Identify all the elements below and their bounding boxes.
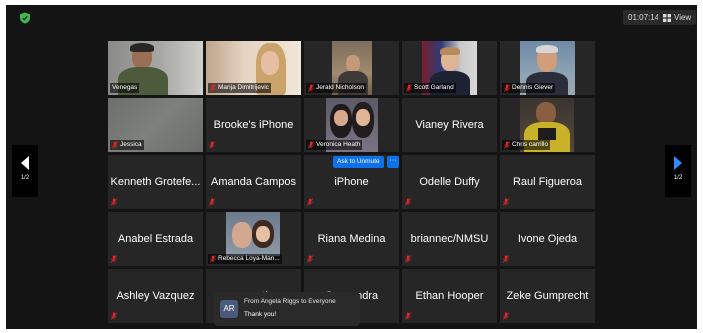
participant-name-label: Rebecca Loya-Man...	[208, 254, 282, 264]
previous-page-button[interactable]: 1/2	[12, 145, 38, 197]
participant-name-label: Marija Dimitrijevic	[208, 83, 271, 93]
muted-mic-icon	[111, 198, 117, 206]
muted-mic-icon	[307, 255, 313, 263]
participant-name-label: Dennis Giever	[502, 83, 556, 93]
muted-mic-icon	[112, 141, 118, 149]
zoom-meeting-window: 01:07:14 View 1/2 1/2 Venegas Marija Dim…	[6, 5, 697, 329]
view-button-label: View	[674, 13, 692, 22]
participant-video	[226, 212, 280, 256]
participant-name: Anabel Estrada	[117, 233, 194, 245]
muted-mic-icon	[308, 141, 314, 149]
participant-name: Riana Medina	[317, 233, 386, 245]
participant-name: briannec/NMSU	[410, 233, 489, 245]
participant-name: Amanda Campos	[211, 176, 296, 188]
participant-tile[interactable]: Anabel Estrada	[108, 212, 203, 266]
muted-mic-icon	[111, 312, 117, 320]
muted-mic-icon	[405, 312, 411, 320]
participant-tile[interactable]: Venegas	[108, 41, 203, 95]
participant-name-label: Chris carrillo	[502, 140, 551, 150]
participant-tile[interactable]: Raul Figueroa	[500, 155, 595, 209]
muted-mic-icon	[503, 198, 509, 206]
participant-name-label: Venegas	[110, 83, 140, 93]
chat-message: Thank you!	[244, 311, 277, 318]
participant-tile[interactable]: Rebecca Loya-Man...	[206, 212, 301, 266]
participant-tile[interactable]: Scott Garland	[402, 41, 497, 95]
more-options-button[interactable]: ···	[387, 156, 399, 168]
participant-tile[interactable]: Jerald Nicholson	[304, 41, 399, 95]
participant-tile[interactable]: Zeke Gumprecht	[500, 269, 595, 323]
participant-name: iPhone	[334, 176, 369, 188]
participant-name: Ivone Ojeda	[517, 233, 578, 245]
participant-name: Ethan Hooper	[415, 290, 484, 302]
grid-view-icon	[663, 13, 671, 22]
chevron-right-icon	[674, 156, 682, 170]
muted-mic-icon	[308, 84, 314, 92]
participant-tile[interactable]: Ivone Ojeda	[500, 212, 595, 266]
chevron-left-icon	[21, 156, 29, 170]
participant-tile[interactable]: Chris carrillo	[500, 98, 595, 152]
muted-mic-icon	[406, 84, 412, 92]
participant-tile[interactable]: Jessica	[108, 98, 203, 152]
participant-tile[interactable]: Kenneth Grotefe...	[108, 155, 203, 209]
page-indicator-right: 1/2	[673, 175, 683, 181]
participant-name-label: Veronica Heath	[306, 140, 363, 150]
shield-icon[interactable]	[19, 12, 31, 24]
participant-grid: Venegas Marija Dimitrijevic Jerald Nicho…	[108, 41, 598, 324]
participant-tile[interactable]: Riana Medina	[304, 212, 399, 266]
muted-mic-icon	[504, 84, 510, 92]
avatar: AR	[220, 300, 238, 318]
muted-mic-icon	[405, 198, 411, 206]
ask-to-unmute-button[interactable]: Ask to Unmute	[333, 156, 384, 168]
participant-name: Vianey Rivera	[415, 119, 484, 131]
window: 01:07:14 View 1/2 1/2 Venegas Marija Dim…	[0, 0, 703, 333]
participant-name-label: Jessica	[110, 140, 144, 150]
muted-mic-icon	[503, 312, 509, 320]
participant-name: Ashley Vazquez	[116, 290, 195, 302]
participant-tile[interactable]: Marija Dimitrijevic	[206, 41, 301, 95]
page-indicator-left: 1/2	[20, 175, 30, 181]
chat-notification[interactable]: AR From Angela Riggs to Everyone Thank y…	[214, 292, 360, 326]
participant-tile[interactable]: Dennis Giever	[500, 41, 595, 95]
participant-name: Zeke Gumprecht	[506, 290, 589, 302]
participant-tile[interactable]: Ethan Hooper	[402, 269, 497, 323]
muted-mic-icon	[504, 141, 510, 149]
participant-tile[interactable]: Vianey Rivera	[402, 98, 497, 152]
participant-name-label: Jerald Nicholson	[306, 83, 367, 93]
participant-name: Odelle Duffy	[419, 176, 480, 188]
participant-name: Brooke's iPhone	[213, 119, 294, 131]
muted-mic-icon	[210, 255, 216, 263]
participant-tile[interactable]: Ashley Vazquez	[108, 269, 203, 323]
participant-tile[interactable]: Veronica Heath	[304, 98, 399, 152]
muted-mic-icon	[503, 255, 509, 263]
chat-sender: From Angela Riggs to Everyone	[244, 298, 336, 305]
muted-mic-icon	[209, 141, 215, 149]
participant-tile[interactable]: briannec/NMSU	[402, 212, 497, 266]
participant-tile[interactable]: Odelle Duffy	[402, 155, 497, 209]
muted-mic-icon	[307, 198, 313, 206]
participant-name-label: Scott Garland	[404, 83, 456, 93]
participant-name: Kenneth Grotefe...	[110, 176, 201, 188]
participant-tile[interactable]: Amanda Campos	[206, 155, 301, 209]
muted-mic-icon	[209, 198, 215, 206]
muted-mic-icon	[210, 84, 216, 92]
muted-mic-icon	[405, 255, 411, 263]
muted-mic-icon	[111, 255, 117, 263]
view-button[interactable]: View	[658, 10, 697, 25]
next-page-button[interactable]: 1/2	[665, 145, 691, 197]
participant-name: Raul Figueroa	[512, 176, 583, 188]
participant-tile[interactable]: Brooke's iPhone	[206, 98, 301, 152]
